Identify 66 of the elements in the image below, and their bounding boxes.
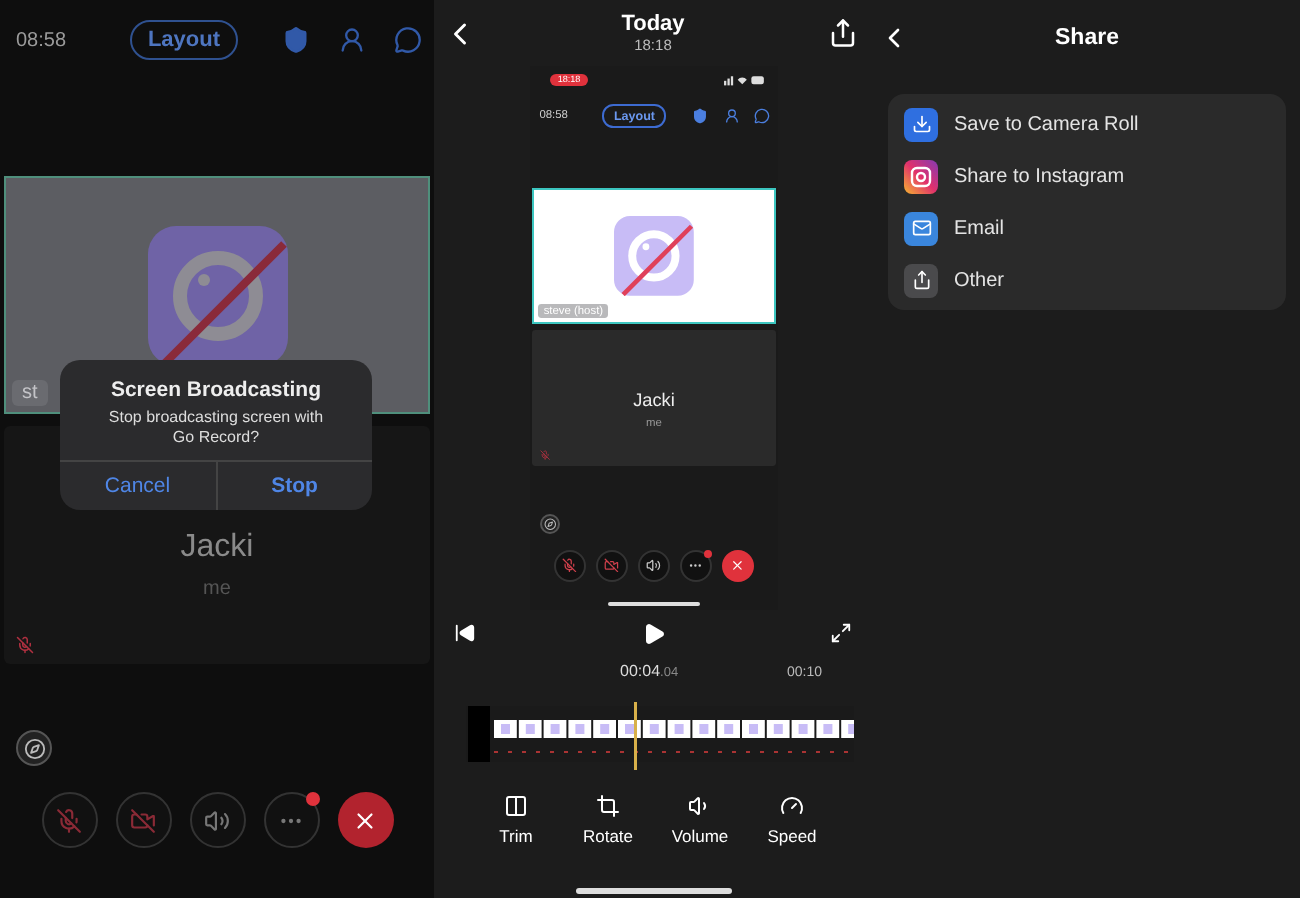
video-off-icon	[130, 807, 156, 833]
mic-off-icon	[16, 636, 34, 654]
gauge-icon	[780, 793, 804, 818]
volume-icon	[688, 793, 712, 818]
speaker-button[interactable]	[638, 549, 670, 582]
camera-off-logo-icon	[147, 225, 287, 365]
instagram-icon	[904, 159, 938, 193]
participants-icon[interactable]	[723, 108, 739, 125]
camera-button[interactable]	[595, 549, 628, 582]
status-icons	[723, 73, 765, 86]
share-option[interactable]: Other	[888, 254, 1286, 306]
share-option[interactable]: Email	[888, 202, 1286, 254]
camera-off-logo-icon	[614, 215, 694, 296]
share-option[interactable]: Save to Camera Roll	[888, 98, 1286, 150]
download-icon	[904, 107, 938, 141]
mic-off-icon	[539, 450, 550, 461]
share-icon	[904, 263, 938, 297]
more-button[interactable]	[263, 792, 319, 848]
compass-button[interactable]	[539, 514, 560, 535]
participant-name: Jacki	[633, 390, 675, 411]
trim-icon	[504, 793, 528, 818]
speed-tool-button[interactable]: Speed	[748, 793, 836, 846]
chat-icon[interactable]	[394, 26, 422, 54]
speaker-icon	[204, 807, 230, 833]
home-indicator	[608, 601, 700, 606]
chat-icon[interactable]	[754, 108, 771, 125]
compass-icon	[23, 737, 45, 759]
dialog-button[interactable]: Stop	[215, 462, 372, 511]
participants-icon[interactable]	[338, 26, 366, 54]
dialog-button[interactable]: Cancel	[60, 462, 215, 511]
recording-title: Today	[621, 12, 685, 36]
participant-name: Jacki	[180, 530, 254, 566]
rotate-tool-button[interactable]: Rotate	[564, 793, 652, 846]
end-button[interactable]	[337, 792, 393, 848]
share-title: Share	[1055, 26, 1119, 50]
shield-icon[interactable]	[691, 108, 708, 125]
dialog-title: Screen Broadcasting	[110, 378, 322, 402]
shield-icon[interactable]	[282, 26, 310, 54]
play-button[interactable]	[641, 621, 665, 646]
volume-tool-button[interactable]: Volume	[656, 793, 744, 846]
share-option[interactable]: Share to Instagram	[888, 150, 1286, 202]
crop-icon	[596, 793, 620, 818]
participant-label: st	[12, 380, 48, 406]
end-button[interactable]	[722, 549, 755, 582]
mic-off-icon	[56, 807, 82, 833]
trim-tool-button[interactable]: Trim	[472, 793, 560, 846]
mic-button[interactable]	[553, 549, 586, 582]
dialog-message: Stop broadcasting screen with Go Record?	[106, 408, 326, 447]
filmstrip-drawing[interactable]	[466, 701, 854, 770]
mail-icon	[904, 211, 938, 245]
compass-button[interactable]	[16, 730, 52, 766]
mic-off-icon	[562, 557, 578, 573]
call-time: 08:58	[16, 29, 67, 51]
layout-button[interactable]: Layout	[129, 20, 238, 60]
more-button[interactable]	[680, 549, 713, 582]
close-icon	[352, 807, 378, 833]
skip-back-button[interactable]	[454, 622, 476, 645]
share-button[interactable]	[827, 18, 858, 48]
current-time: 00:04	[620, 661, 661, 680]
speaker-icon	[646, 557, 662, 573]
compass-icon	[543, 518, 556, 531]
video-off-icon	[604, 557, 620, 573]
fullscreen-button[interactable]	[830, 622, 852, 645]
participant-subtitle: me	[203, 578, 231, 600]
speaker-button[interactable]	[189, 792, 245, 848]
close-icon	[730, 557, 746, 573]
